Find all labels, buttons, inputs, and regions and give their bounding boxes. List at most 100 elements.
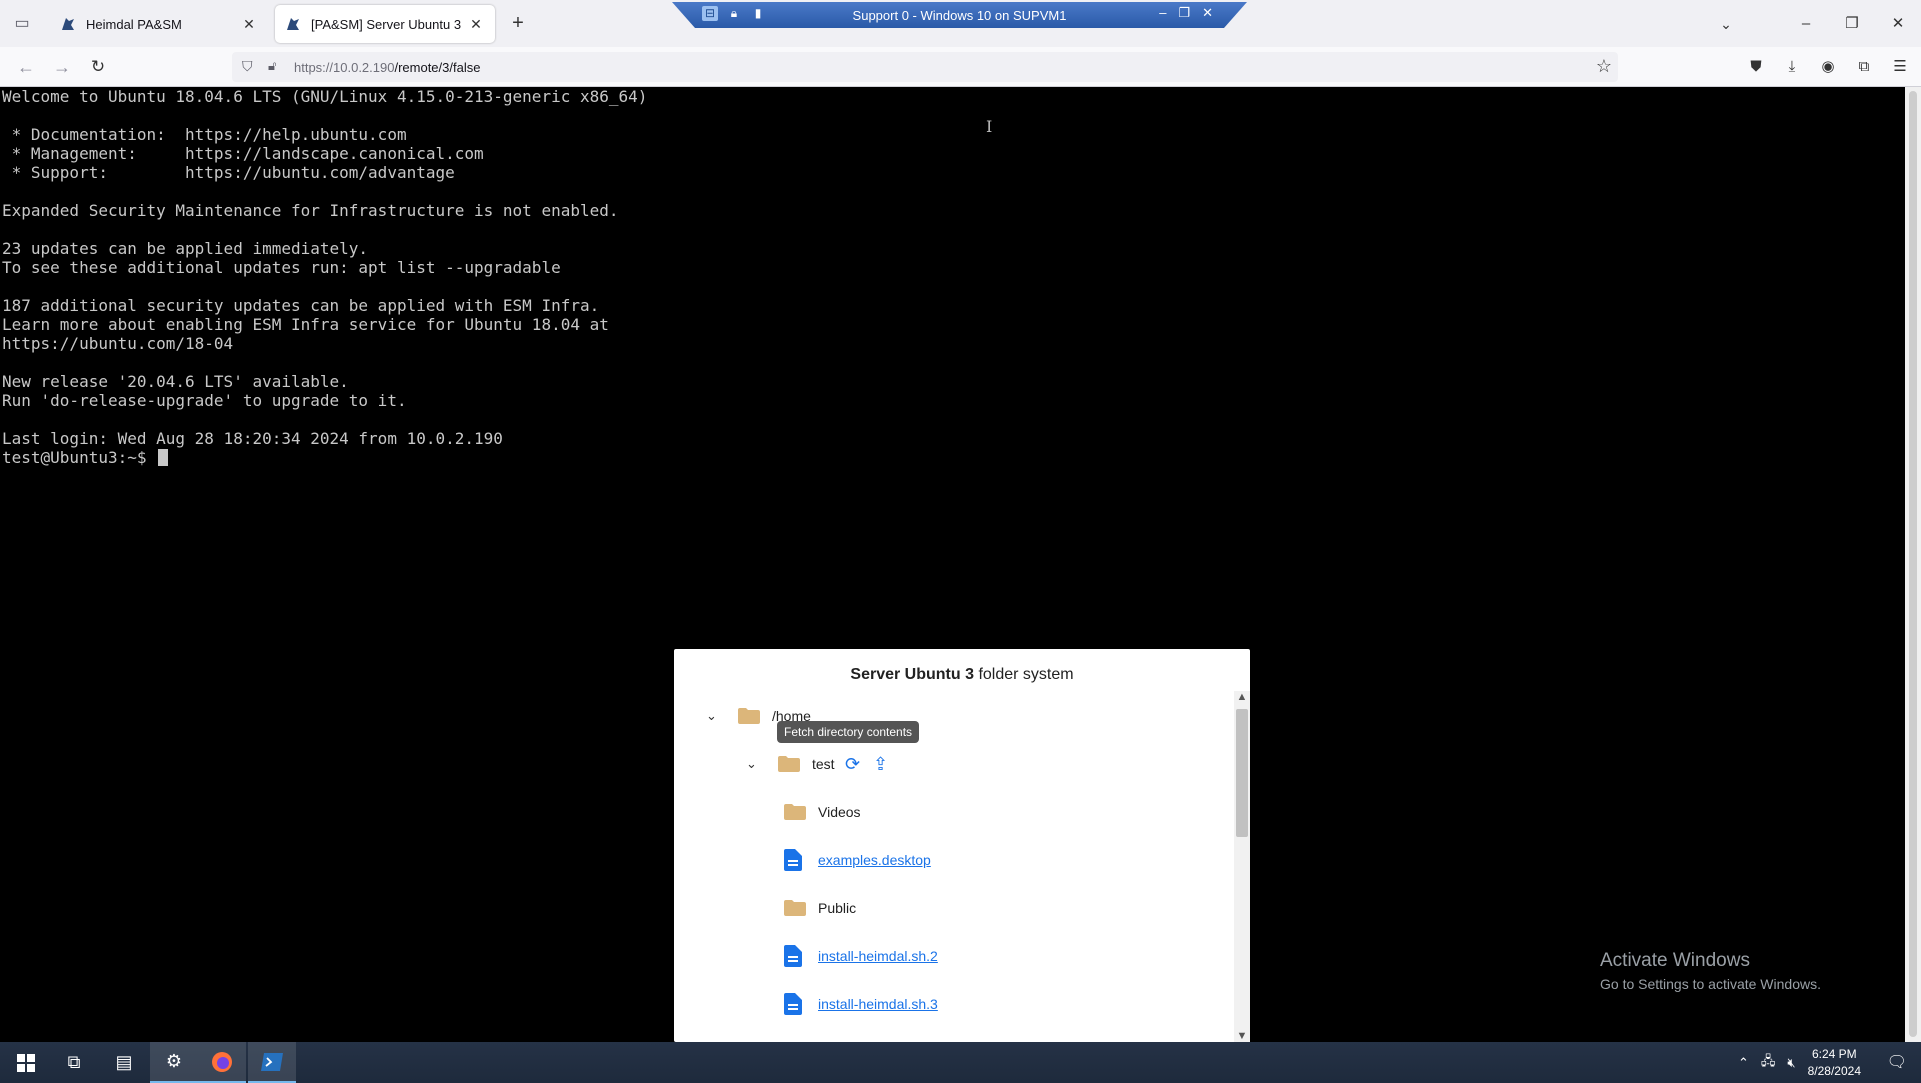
folder-icon: [784, 900, 806, 916]
clock[interactable]: 6:24 PM 8/28/2024: [1808, 1046, 1861, 1080]
file-link[interactable]: install-heimdal.sh.3: [818, 996, 938, 1012]
task-view-icon[interactable]: ⧉: [50, 1042, 98, 1083]
close-icon[interactable]: ✕: [1875, 0, 1921, 47]
terminal-line: https://ubuntu.com/18-04: [2, 334, 234, 353]
terminal-line: Welcome to Ubuntu 18.04.6 LTS (GNU/Linux…: [2, 87, 648, 106]
maximize-icon[interactable]: ❐: [1829, 0, 1875, 47]
tree-row-file[interactable]: install-heimdal.sh.2: [784, 943, 938, 969]
scroll-up-icon[interactable]: ▲: [1234, 691, 1250, 703]
start-windows-icon[interactable]: [2, 1042, 50, 1083]
terminal-line: To see these additional updates run: apt…: [2, 258, 561, 277]
clock-date: 8/28/2024: [1807, 1063, 1861, 1078]
folder-icon: [778, 756, 800, 772]
file-link[interactable]: install-heimdal.sh.2: [818, 948, 938, 964]
back-icon[interactable]: ←: [14, 55, 38, 79]
navigation-toolbar: ← → ↻ ⛉ 🔓︎ https://10.0.2.190/remote/3/f…: [0, 47, 1921, 87]
terminal-line: * Management: https://landscape.canonica…: [2, 144, 484, 163]
clock-time: 6:24 PM: [1811, 1046, 1857, 1061]
rdp-close-icon[interactable]: ✕: [1202, 5, 1213, 21]
terminal-line: Last login: Wed Aug 28 18:20:34 2024 fro…: [2, 429, 503, 448]
tab-heimdal[interactable]: Heimdal PA&SM ✕: [50, 5, 268, 43]
watermark-title: Activate Windows: [1600, 950, 1750, 971]
tree-row-file[interactable]: examples.desktop: [784, 847, 931, 873]
tree-row-file[interactable]: install-heimdal.sh.3: [784, 991, 938, 1017]
folder-system-panel: Server Ubuntu 3 folder system ⌄ /home ⌄ …: [674, 649, 1250, 1042]
windows-taskbar: ⧉ ▤ ⚙ ⌃ 🖧︎ 🔇︎ 6:24 PM 8/28/2024 🗨︎: [0, 1042, 1921, 1083]
chevron-down-icon[interactable]: ⌄: [706, 708, 722, 724]
rdp-restore-icon[interactable]: ❐: [1178, 5, 1190, 21]
url-bar[interactable]: ⛉ 🔓︎ https://10.0.2.190/remote/3/false ☆: [232, 52, 1618, 82]
document-icon: [784, 849, 802, 871]
terminal-line: Learn more about enabling ESM Infra serv…: [2, 315, 609, 334]
terminal-line: 23 updates can be applied immediately.: [2, 239, 369, 258]
document-icon: [784, 945, 802, 967]
browser-tab-bar: ▭ Heimdal PA&SM ✕ [PA&SM] Server Ubuntu …: [0, 0, 1921, 47]
powershell-icon[interactable]: [248, 1042, 296, 1083]
tab-title: [PA&SM] Server Ubuntu 3: [311, 16, 462, 32]
reload-icon[interactable]: ↻: [86, 55, 110, 79]
terminal-line: 187 additional security updates can be a…: [2, 296, 600, 315]
heimdal-app-icon[interactable]: ⚙: [150, 1042, 198, 1083]
tracking-shield-icon[interactable]: ⛉: [242, 58, 253, 75]
panel-scrollbar[interactable]: ▲ ▼: [1234, 691, 1250, 1042]
tab-close-icon[interactable]: ✕: [467, 16, 485, 33]
bookmark-star-icon[interactable]: ☆: [1596, 56, 1612, 77]
extensions-icon[interactable]: ⧉: [1853, 55, 1875, 79]
tab-close-icon[interactable]: ✕: [240, 16, 258, 33]
tree-row-videos[interactable]: Videos: [784, 799, 861, 825]
terminal-line: * Support: https://ubuntu.com/advantage: [2, 163, 455, 182]
rdp-minimize-icon[interactable]: –: [1159, 5, 1166, 21]
system-tray: ⌃ 🖧︎ 🔇︎ 6:24 PM 8/28/2024: [1738, 1042, 1861, 1083]
insecure-lock-icon[interactable]: 🔓︎: [268, 58, 276, 74]
folder-icon: [784, 804, 806, 820]
watermark-subtitle: Go to Settings to activate Windows.: [1600, 976, 1821, 992]
terminal-line: New release '20.04.6 LTS' available.: [2, 372, 349, 391]
terminal-scrollbar[interactable]: [1905, 87, 1921, 1042]
folder-icon: [738, 708, 760, 724]
folder-name[interactable]: test: [812, 756, 835, 772]
tree-row-public[interactable]: Public: [784, 895, 856, 921]
tab-server-ubuntu-3[interactable]: [PA&SM] Server Ubuntu 3 ✕: [275, 5, 495, 43]
network-icon[interactable]: 🖧︎: [1761, 1052, 1776, 1074]
terminal-prompt: test@Ubuntu3:~$: [2, 448, 157, 467]
document-icon: [784, 993, 802, 1015]
fetch-tooltip: Fetch directory contents: [777, 721, 920, 743]
terminal-prompt-line[interactable]: test@Ubuntu3:~$: [2, 448, 169, 467]
tab-title: Heimdal PA&SM: [86, 16, 182, 32]
list-all-tabs-icon[interactable]: ⌄: [1714, 12, 1738, 36]
forward-icon[interactable]: →: [50, 55, 74, 79]
scrollbar-thumb[interactable]: [1909, 91, 1917, 1037]
firefox-view-icon[interactable]: ▭: [10, 12, 34, 36]
terminal-line: Expanded Security Maintenance for Infras…: [2, 201, 619, 220]
tree-row-test[interactable]: ⌄ test ⟳ ⇪: [746, 751, 891, 777]
minimize-icon[interactable]: –: [1783, 0, 1829, 47]
firefox-icon[interactable]: [198, 1042, 246, 1083]
notifications-icon[interactable]: 🗨︎: [1887, 1052, 1907, 1072]
chevron-up-icon[interactable]: ⌃: [1738, 1055, 1749, 1071]
new-tab-button[interactable]: +: [506, 12, 530, 36]
volume-muted-icon[interactable]: 🔇︎: [1787, 1055, 1795, 1071]
folder-name[interactable]: Videos: [818, 804, 861, 820]
terminal-cursor: [158, 449, 169, 466]
url-text[interactable]: https://10.0.2.190/remote/3/false: [294, 60, 480, 75]
file-link[interactable]: examples.desktop: [818, 852, 931, 868]
folder-name[interactable]: Public: [818, 900, 856, 916]
upload-icon[interactable]: ⇪: [871, 754, 891, 775]
heimdal-favicon-icon: [60, 16, 76, 32]
scroll-down-icon[interactable]: ▼: [1234, 1030, 1250, 1042]
terminal-line: Run 'do-release-upgrade' to upgrade to i…: [2, 391, 407, 410]
activate-windows-watermark: Activate Windows Go to Settings to activ…: [1600, 950, 1821, 992]
panel-title: Server Ubuntu 3 folder system: [850, 666, 1074, 683]
scrollbar-thumb[interactable]: [1236, 709, 1248, 837]
text-cursor-icon: I: [986, 117, 993, 136]
server-manager-icon[interactable]: ▤: [100, 1042, 148, 1083]
account-icon[interactable]: ◉: [1817, 55, 1839, 79]
chevron-down-icon[interactable]: ⌄: [746, 756, 762, 772]
terminal-line: * Documentation: https://help.ubuntu.com: [2, 125, 407, 144]
menu-icon[interactable]: ☰: [1889, 55, 1911, 79]
heimdal-favicon-icon: [285, 16, 301, 32]
downloads-icon[interactable]: ⤓: [1781, 55, 1803, 79]
refresh-icon[interactable]: ⟳: [843, 754, 863, 775]
pocket-icon[interactable]: ⛊: [1745, 55, 1767, 79]
rdp-connection-bar: ⊟ 🔒︎ ▮ Support 0 - Windows 10 on SUPVM1 …: [672, 2, 1247, 28]
